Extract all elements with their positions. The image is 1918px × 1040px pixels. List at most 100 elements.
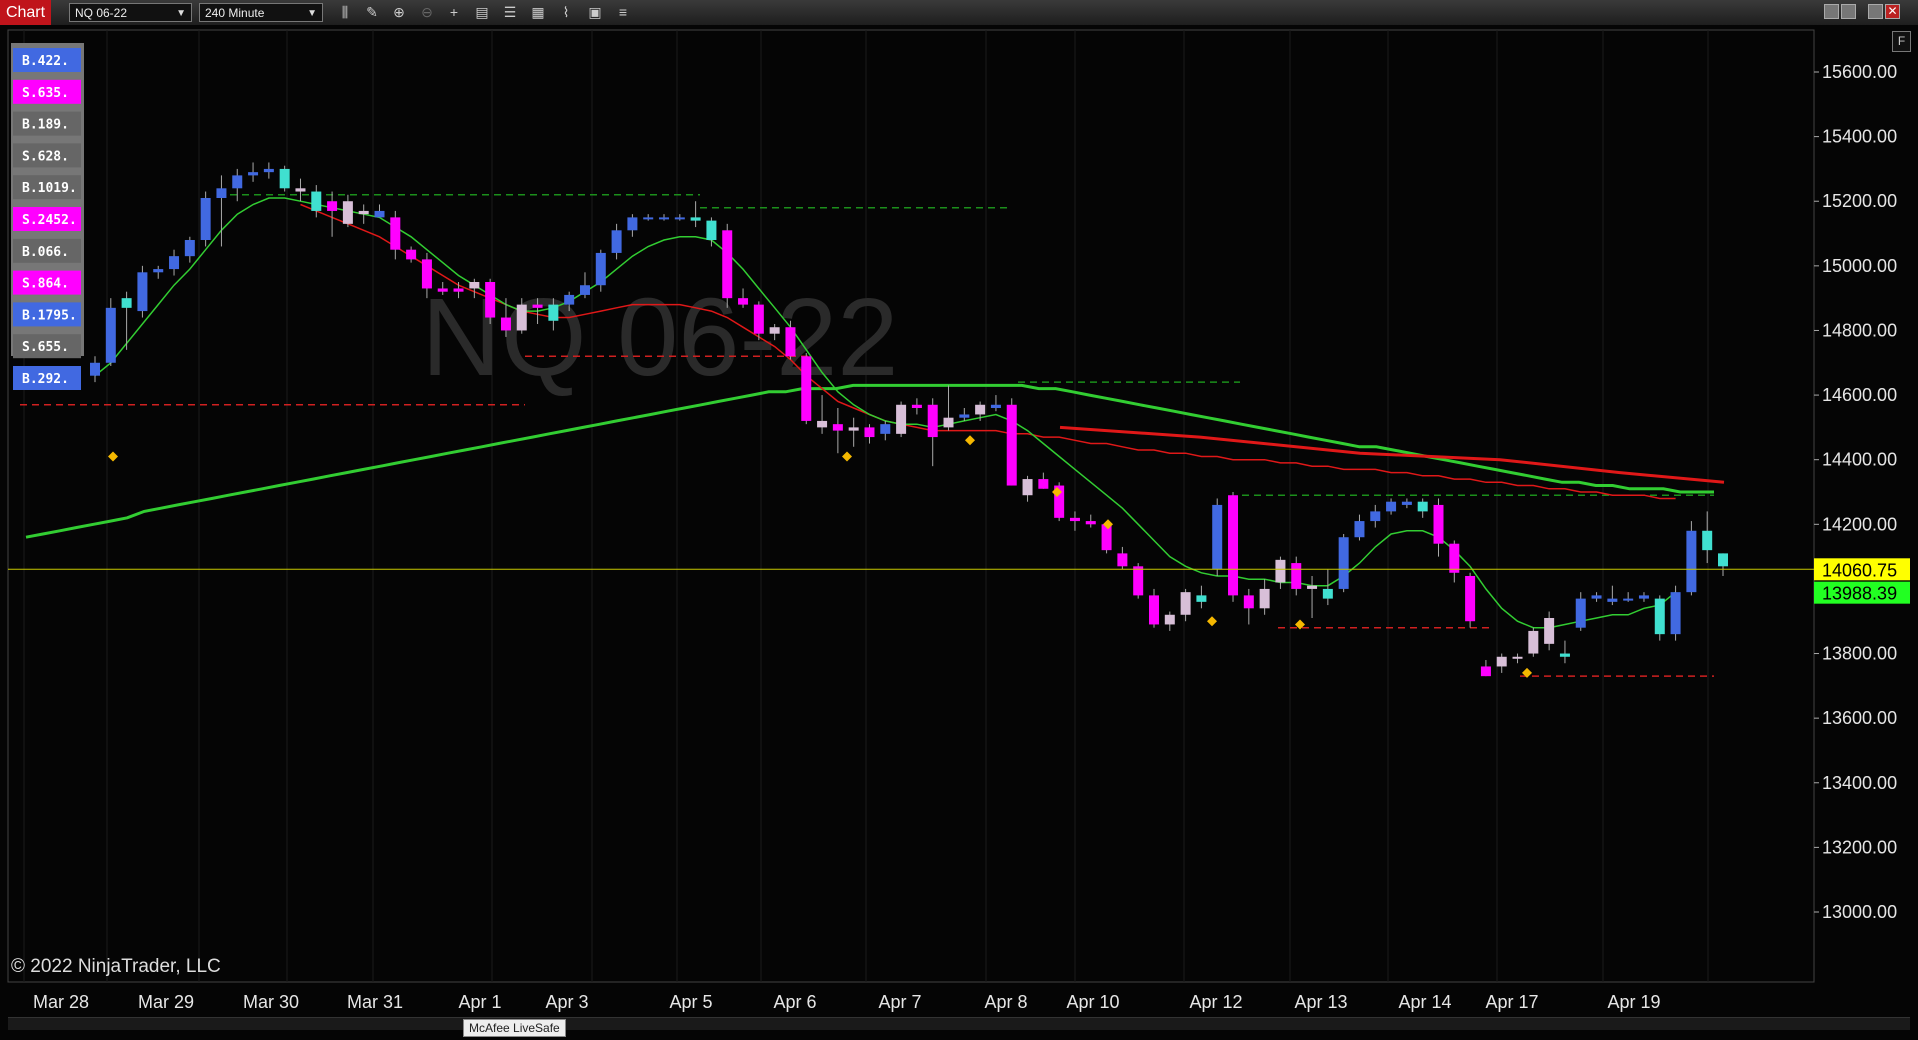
zoom-out-icon[interactable]: ⊖ [417, 3, 437, 22]
templates-icon[interactable]: ▣ [585, 3, 605, 22]
candle-body [959, 414, 970, 418]
candle-body [327, 201, 338, 211]
date-axis-label: Apr 1 [458, 992, 501, 1012]
order-flow-label: S.2452. [22, 213, 77, 228]
candle-body [1686, 530, 1697, 593]
order-flow-label: B.1795. [22, 308, 77, 323]
candle-body [1591, 595, 1602, 599]
candle-body [1512, 656, 1523, 659]
properties-icon[interactable]: ☰ [500, 3, 520, 22]
chart-tab[interactable]: Chart [0, 0, 51, 25]
candle-body [1196, 595, 1207, 602]
candle-body [690, 217, 701, 221]
candle-body [738, 298, 749, 305]
price-axis-label: 13200.00 [1822, 837, 1897, 857]
candle-body [659, 217, 670, 220]
date-axis-label: Apr 17 [1485, 992, 1538, 1012]
candle-body [548, 304, 559, 321]
candle-body [1354, 521, 1365, 538]
candle-body [1133, 566, 1144, 596]
crosshair-icon[interactable]: + [444, 3, 464, 22]
candle-body [453, 288, 464, 292]
candle-body [153, 269, 164, 273]
candle-body [1022, 479, 1033, 496]
bar-type-icon[interactable]: ⫼ [335, 3, 355, 22]
candle-body [1164, 614, 1175, 625]
candle-body [564, 294, 575, 305]
order-flow-label: B.066. [22, 245, 69, 260]
candle-body [469, 282, 480, 289]
order-flow-label: B.189. [22, 118, 69, 133]
date-axis-label: Mar 28 [33, 992, 89, 1012]
date-axis-label: Mar 31 [347, 992, 403, 1012]
price-axis-label: 13400.00 [1822, 773, 1897, 793]
price-axis-label: 13800.00 [1822, 644, 1897, 664]
price-chart[interactable]: NQ 06-2215600.0015400.0015200.0015000.00… [0, 25, 1918, 1040]
tile-window-icon[interactable] [1824, 4, 1839, 19]
price-axis-label: 14800.00 [1822, 320, 1897, 340]
data-box-icon[interactable]: ▤ [472, 3, 492, 22]
price-axis-label: 14600.00 [1822, 385, 1897, 405]
strategies-icon[interactable]: ▦ [528, 3, 548, 22]
candle-body [1528, 630, 1539, 654]
candle-body [485, 282, 496, 318]
candle-body [579, 285, 590, 295]
candle-body [595, 252, 606, 286]
zoom-in-icon[interactable]: ⊕ [389, 3, 409, 22]
candle-body [943, 417, 954, 428]
candle-body [722, 230, 733, 299]
indicators-icon[interactable]: ⌇ [556, 3, 576, 22]
order-flow-label: S.628. [22, 149, 69, 164]
fullscreen-toggle[interactable]: F [1892, 31, 1911, 52]
interval-selector[interactable]: 240 Minute ▼ [199, 3, 323, 22]
list-icon[interactable]: ≡ [613, 3, 633, 22]
candle-body [248, 172, 259, 176]
candle-body [1307, 585, 1318, 589]
interval-value: 240 Minute [205, 6, 265, 20]
candle-body [1544, 618, 1555, 644]
close-icon[interactable]: ✕ [1885, 4, 1900, 19]
date-axis-label: Apr 8 [984, 992, 1027, 1012]
candle-body [990, 404, 1001, 408]
candle-body [1085, 521, 1096, 525]
candle-body [121, 298, 132, 308]
candle-body [769, 327, 780, 334]
candle-body [1101, 524, 1112, 551]
candle-body [832, 424, 843, 431]
candle-body [1038, 479, 1049, 489]
order-flow-label: S.635. [22, 86, 69, 101]
minimize-icon[interactable] [1841, 4, 1856, 19]
candle-body [1670, 592, 1681, 635]
candle-body [927, 404, 938, 438]
candle-body [1401, 501, 1412, 505]
date-axis-label: Apr 3 [545, 992, 588, 1012]
candle-body [1417, 501, 1428, 512]
last-price-marker: 14060.75 [1822, 560, 1897, 580]
candle-body [1338, 537, 1349, 589]
chart-toolbar: Chart NQ 06-22 ▼ 240 Minute ▼ ⫼ ✎ ⊕ ⊖ + … [0, 0, 1918, 26]
instrument-value: NQ 06-22 [75, 6, 128, 20]
candle-body [674, 217, 685, 220]
candle-body [500, 317, 511, 331]
candle-body [1243, 595, 1254, 609]
maximize-icon[interactable] [1868, 4, 1883, 19]
candle-body [1069, 517, 1080, 522]
instrument-selector[interactable]: NQ 06-22 ▼ [69, 3, 192, 22]
candle-body [896, 404, 907, 434]
candle-body [1449, 543, 1460, 573]
horizontal-scrollbar[interactable] [8, 1017, 1910, 1030]
candle-body [105, 307, 116, 363]
candle-body [342, 201, 353, 224]
candle-body [880, 424, 891, 434]
order-flow-label: S.864. [22, 277, 69, 292]
price-axis-label: 13000.00 [1822, 902, 1897, 922]
candle-body [911, 404, 922, 408]
price-axis-label: 13600.00 [1822, 708, 1897, 728]
price-axis-label: 15600.00 [1822, 62, 1897, 82]
candle-body [706, 220, 717, 240]
price-axis-label: 14400.00 [1822, 450, 1897, 470]
taskbar-tooltip: McAfee LiveSafe [463, 1019, 566, 1037]
draw-icon[interactable]: ✎ [362, 3, 382, 22]
candle-body [643, 217, 654, 220]
order-flow-label: B.422. [22, 54, 69, 69]
